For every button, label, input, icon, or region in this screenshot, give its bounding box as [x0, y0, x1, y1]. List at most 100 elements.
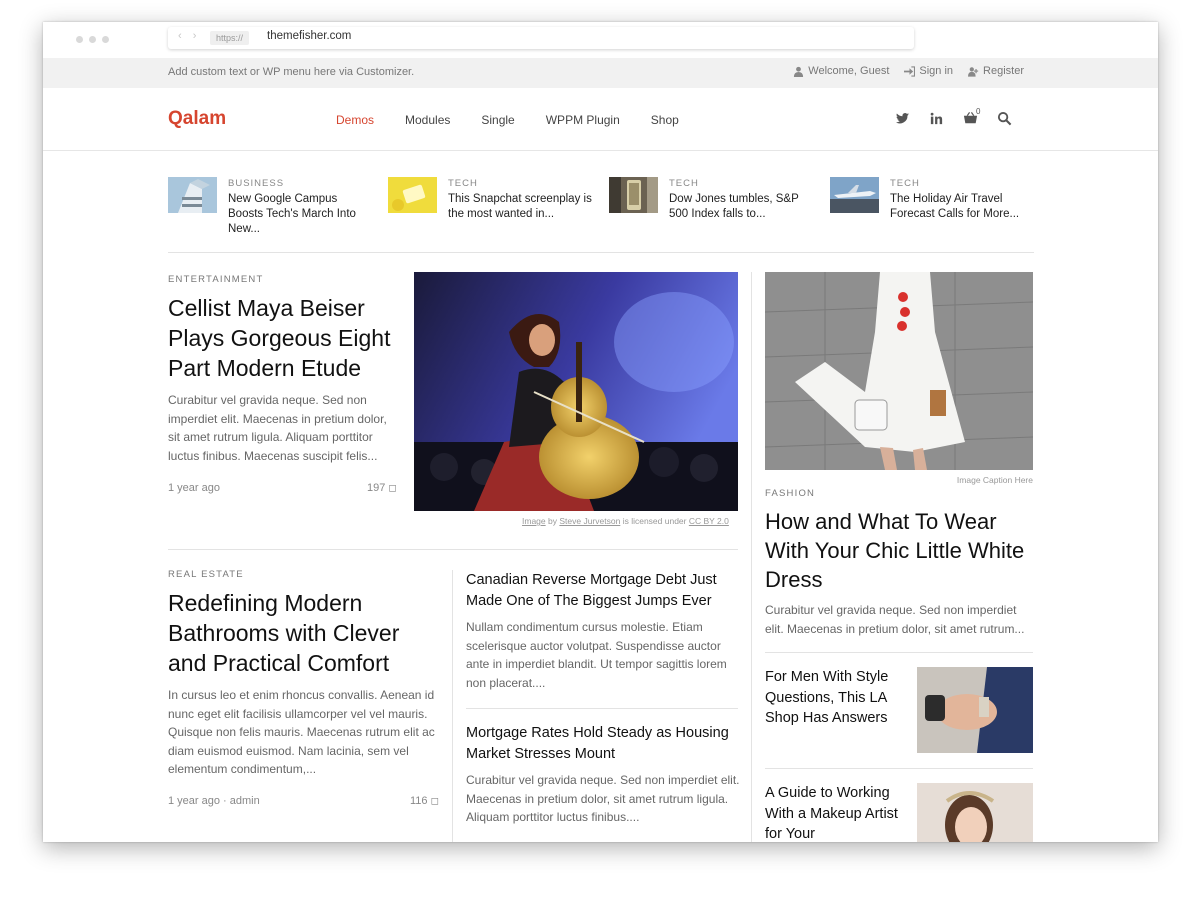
- real-estate-meta: 1 year ago · admin: [168, 795, 260, 807]
- ticker-title[interactable]: This Snapchat screenplay is the most wan…: [448, 192, 598, 222]
- ticker-row: BUSINESS New Google Campus Boosts Tech's…: [168, 177, 1034, 253]
- site-header: Qalam Demos Modules Single WPPM Plugin S…: [43, 88, 1158, 151]
- caption-image-link[interactable]: Image: [522, 516, 546, 526]
- real-estate-article: REAL ESTATE Redefining Modern Bathrooms …: [168, 569, 440, 779]
- cart-count: 0: [976, 107, 981, 116]
- featured-image-caption: Image by Steve Jurvetson is licensed und…: [522, 516, 729, 526]
- fashion-image-caption: Image Caption Here: [956, 475, 1033, 485]
- real-estate-author[interactable]: admin: [230, 795, 260, 807]
- ticker-item[interactable]: TECH Dow Jones tumbles, S&P 500 Index fa…: [609, 177, 809, 222]
- browser-window: ‹ › https:// themefisher.com Add custom …: [43, 22, 1158, 842]
- column-divider: [452, 570, 453, 842]
- search-icon[interactable]: [997, 111, 1012, 126]
- linkedin-icon[interactable]: [929, 111, 944, 126]
- mid-post-title[interactable]: Mortgage Rates Hold Steady as Housing Ma…: [466, 723, 741, 764]
- ticker-thumbnail[interactable]: [609, 177, 658, 213]
- header-icons: 0: [895, 107, 1012, 126]
- mid-post-title[interactable]: Canadian Reverse Mortgage Debt Just Made…: [466, 570, 741, 611]
- comment-count: 116: [410, 795, 428, 807]
- mid-post-excerpt: Nullam condimentum cursus molestie. Etia…: [466, 620, 727, 690]
- mid-post: Canadian Reverse Mortgage Debt Just Made…: [466, 570, 741, 692]
- featured-image-cellist[interactable]: [414, 272, 738, 511]
- caption-licensed: is licensed under: [622, 516, 687, 526]
- window-controls: [76, 36, 109, 43]
- divider: [765, 768, 1033, 769]
- signin-icon: [904, 65, 916, 77]
- site-logo[interactable]: Qalam: [168, 108, 226, 130]
- minimize-dot[interactable]: [89, 36, 96, 43]
- ticker-title[interactable]: New Google Campus Boosts Tech's March In…: [228, 192, 368, 237]
- sidebar-divider: [751, 272, 752, 842]
- twitter-icon[interactable]: [895, 111, 910, 126]
- comment-icon: ◻: [430, 796, 439, 807]
- signin-link[interactable]: Sign in: [904, 65, 953, 77]
- menu-item-single[interactable]: Single: [481, 113, 514, 127]
- fashion-article: FASHION How and What To Wear With Your C…: [765, 488, 1035, 638]
- welcome-label: Welcome, Guest: [808, 65, 890, 77]
- ticker-thumbnail[interactable]: [168, 177, 217, 213]
- featured-article: ENTERTAINMENT Cellist Maya Beiser Plays …: [168, 274, 398, 465]
- mid-post-excerpt: Curabitur vel gravida neque. Sed non imp…: [466, 773, 740, 824]
- comment-icon: ◻: [388, 483, 397, 494]
- fashion-image-white-dress[interactable]: [765, 272, 1033, 470]
- url-protocol: https://: [210, 31, 250, 45]
- welcome-guest: Welcome, Guest: [793, 65, 889, 77]
- real-estate-category[interactable]: REAL ESTATE: [168, 569, 440, 580]
- featured-category[interactable]: ENTERTAINMENT: [168, 274, 398, 285]
- ticker-item[interactable]: BUSINESS New Google Campus Boosts Tech's…: [168, 177, 368, 237]
- featured-comments[interactable]: 197 ◻: [367, 482, 397, 494]
- side-post-thumbnail[interactable]: [917, 667, 1033, 753]
- ticker-title[interactable]: Dow Jones tumbles, S&P 500 Index falls t…: [669, 192, 809, 222]
- fashion-excerpt: Curabitur vel gravida neque. Sed non imp…: [765, 603, 1025, 636]
- divider: [765, 652, 1033, 653]
- ticker-category[interactable]: TECH: [669, 178, 809, 189]
- topbar-custom-text: Add custom text or WP menu here via Cust…: [168, 66, 415, 78]
- ticker-item[interactable]: TECH This Snapchat screenplay is the mos…: [388, 177, 598, 222]
- ticker-thumbnail[interactable]: [388, 177, 437, 213]
- featured-date: 1 year ago: [168, 482, 220, 494]
- fashion-title[interactable]: How and What To Wear With Your Chic Litt…: [765, 507, 1035, 594]
- ticker-item[interactable]: TECH The Holiday Air Travel Forecast Cal…: [830, 177, 1030, 222]
- featured-title[interactable]: Cellist Maya Beiser Plays Gorgeous Eight…: [168, 293, 398, 383]
- register-label: Register: [983, 65, 1024, 77]
- fashion-category[interactable]: FASHION: [765, 488, 1035, 499]
- ticker-thumbnail[interactable]: [830, 177, 879, 213]
- top-bar: Add custom text or WP menu here via Cust…: [43, 58, 1158, 88]
- side-post-title[interactable]: A Guide to Working With a Makeup Artist …: [765, 783, 910, 842]
- real-estate-title[interactable]: Redefining Modern Bathrooms with Clever …: [168, 588, 440, 678]
- ticker-category[interactable]: TECH: [448, 178, 598, 189]
- address-bar[interactable]: ‹ › https:// themefisher.com: [168, 27, 914, 49]
- url-text[interactable]: themefisher.com: [267, 30, 351, 42]
- menu-item-shop[interactable]: Shop: [651, 113, 679, 127]
- caption-license-link[interactable]: CC BY 2.0: [689, 516, 729, 526]
- close-dot[interactable]: [76, 36, 83, 43]
- ticker-category[interactable]: BUSINESS: [228, 178, 368, 189]
- divider: [466, 708, 738, 709]
- divider: [168, 549, 738, 550]
- menu-item-modules[interactable]: Modules: [405, 113, 450, 127]
- caption-author-link[interactable]: Steve Jurvetson: [559, 516, 620, 526]
- caption-by: by: [548, 516, 557, 526]
- user-icon: [794, 66, 804, 77]
- menu-item-wppm-plugin[interactable]: WPPM Plugin: [546, 113, 620, 127]
- real-estate-date: 1 year ago: [168, 795, 220, 807]
- meta-separator: ·: [223, 795, 230, 807]
- featured-excerpt: Curabitur vel gravida neque. Sed non imp…: [168, 393, 387, 463]
- maximize-dot[interactable]: [102, 36, 109, 43]
- comment-count: 197: [367, 482, 386, 494]
- add-user-icon: [968, 66, 979, 77]
- menu-item-demos[interactable]: Demos: [336, 113, 374, 127]
- main-menu: Demos Modules Single WPPM Plugin Shop: [336, 113, 679, 127]
- account-links: Welcome, Guest Sign in Register: [793, 65, 1024, 77]
- register-link[interactable]: Register: [968, 65, 1024, 77]
- browser-chrome: ‹ › https:// themefisher.com: [43, 22, 1158, 58]
- ticker-category[interactable]: TECH: [890, 178, 1030, 189]
- signin-label: Sign in: [919, 65, 954, 77]
- real-estate-comments[interactable]: 116 ◻: [410, 795, 439, 807]
- mid-post: Mortgage Rates Hold Steady as Housing Ma…: [466, 723, 741, 827]
- side-post-thumbnail[interactable]: [917, 783, 1033, 842]
- ticker-title[interactable]: The Holiday Air Travel Forecast Calls fo…: [890, 192, 1030, 222]
- side-post-title[interactable]: For Men With Style Questions, This LA Sh…: [765, 667, 910, 729]
- back-forward-icon[interactable]: ‹ ›: [178, 30, 200, 42]
- cart-button[interactable]: 0: [963, 107, 980, 126]
